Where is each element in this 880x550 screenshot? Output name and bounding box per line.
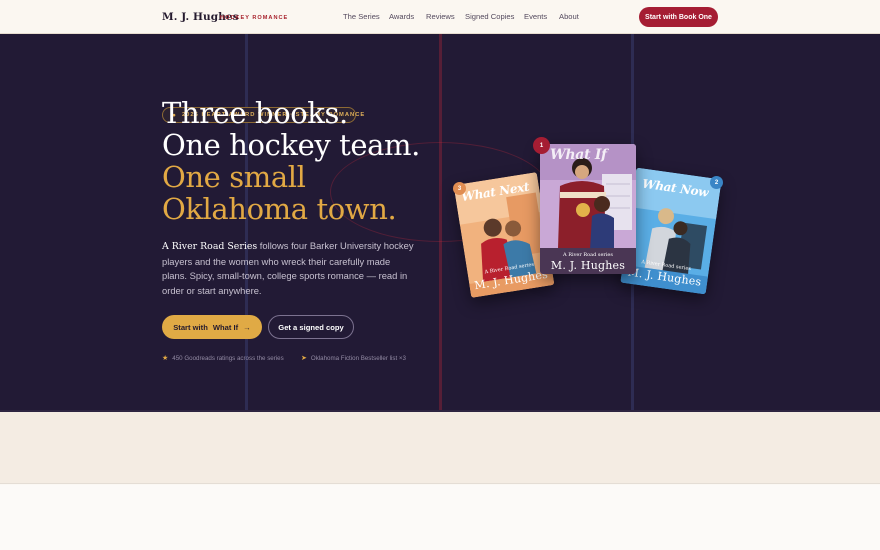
primary-cta-title: What If [212, 322, 239, 332]
book-order-badge-3: 3 [453, 182, 466, 195]
primary-cta-prefix: Start with [173, 322, 208, 332]
hero-headline: Three books. One hockey team. One small … [162, 97, 420, 225]
ratings-proof: ★ 450 Goodreads ratings across the serie… [162, 354, 284, 363]
nav-link-events[interactable]: Events [524, 12, 547, 21]
nav-link-about[interactable]: About [559, 12, 579, 21]
book-cover-what-if[interactable]: What If A River Road series M. J. Hughes [540, 144, 636, 274]
next-section [0, 485, 880, 550]
star-icon: ★ [162, 355, 169, 362]
bestseller-text: Oklahoma Fiction Bestseller list ×3 [310, 354, 406, 362]
top-nav: M. J. Hughes HOCKEY ROMANCE The Series A… [0, 0, 880, 34]
stats-band [0, 412, 880, 484]
book-order-badge-2: 2 [710, 176, 723, 189]
get-signed-copy-button[interactable]: Get a signed copy [268, 315, 354, 339]
start-book-one-button[interactable]: Start with Book One [639, 7, 718, 27]
series-name: A River Road Series [162, 241, 258, 252]
what-if-author: M. J. Hughes [550, 259, 626, 272]
bestseller-proof: ➤ Oklahoma Fiction Bestseller list ×3 [301, 354, 406, 363]
nav-link-awards[interactable]: Awards [389, 12, 414, 21]
headline-line-2: One hockey team. [162, 128, 420, 162]
start-with-what-if-button[interactable]: Start with What If → [162, 315, 262, 339]
what-if-series: A River Road series [563, 252, 613, 258]
nav-link-signed-copies[interactable]: Signed Copies [465, 12, 514, 21]
book-order-badge-1: 1 [533, 137, 550, 154]
headline-line-3: One small [162, 160, 306, 194]
nav-link-reviews[interactable]: Reviews [426, 12, 455, 21]
bookmark-icon: ➤ [301, 355, 307, 362]
hero-description: A River Road Series follows four Barker … [162, 239, 416, 298]
arrow-right-icon: → [243, 322, 251, 332]
hero-section: ● 2026 HEART AWARD WINNER · STEAMY ROMAN… [0, 34, 880, 412]
ratings-text: 450 Goodreads ratings across the series [172, 354, 284, 362]
headline-line-1: Three books. [162, 96, 348, 130]
what-if-title: What If [550, 147, 607, 163]
brand-tagline: HOCKEY ROMANCE [220, 15, 289, 21]
nav-link-the-series[interactable]: The Series [343, 12, 380, 21]
headline-line-4: Oklahoma town. [162, 192, 397, 226]
